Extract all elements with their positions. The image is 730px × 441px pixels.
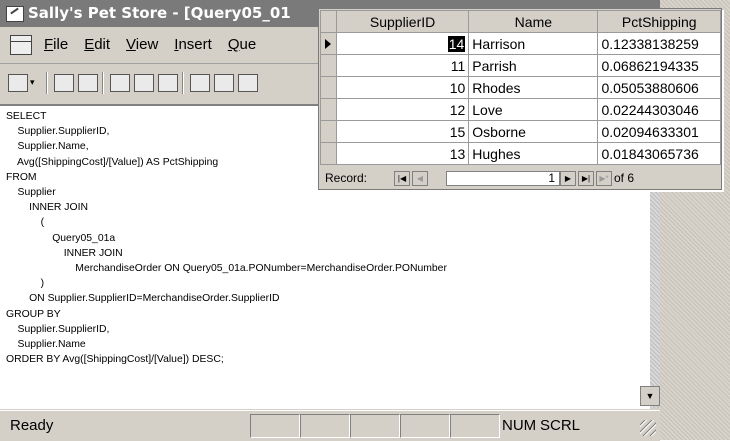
cell-pctshipping[interactable]: 0.12338138259 <box>597 32 721 55</box>
record-total: of 6 <box>614 171 635 185</box>
cell-pctshipping[interactable]: 0.01843065736 <box>597 142 721 165</box>
status-bar: Ready NUM SCRL <box>0 410 660 441</box>
select-all-corner[interactable] <box>320 10 337 33</box>
column-header-name[interactable]: Name <box>468 10 599 33</box>
header-row: SupplierID Name PctShipping <box>320 10 721 33</box>
column-header-pctshipping[interactable]: PctShipping <box>597 10 721 33</box>
toolbar-separator <box>182 72 184 94</box>
sql-line: ORDER BY Avg([ShippingCost]/[Value]) DES… <box>6 354 224 366</box>
status-num-indicator: NUM <box>502 417 537 434</box>
status-panel <box>450 414 500 438</box>
row-selector[interactable] <box>320 120 337 143</box>
next-record-icon[interactable]: ▶ <box>560 171 576 186</box>
status-panel <box>350 414 400 438</box>
app-icon <box>6 6 24 22</box>
save-icon[interactable] <box>54 74 74 92</box>
cell-pctshipping[interactable]: 0.06862194335 <box>597 54 721 77</box>
sql-line: FROM <box>6 171 37 183</box>
record-label: Record: <box>325 171 368 185</box>
table-row[interactable]: 11 Parrish 0.06862194335 <box>320 54 721 77</box>
sql-line: Avg([ShippingCost]/[Value]) AS PctShippi… <box>16 156 219 168</box>
row-selector[interactable] <box>320 32 337 55</box>
cell-supplierid[interactable]: 10 <box>335 76 470 99</box>
sql-line: Supplier.SupplierID, <box>17 126 110 138</box>
menu-view[interactable]: View <box>126 27 158 63</box>
sql-line: ) <box>40 278 45 290</box>
toolbar-separator <box>102 72 104 94</box>
scroll-down-icon[interactable]: ▼ <box>640 386 660 406</box>
sql-line: Supplier.Name <box>17 339 86 351</box>
sql-line: ( <box>40 217 45 229</box>
print-icon[interactable] <box>110 74 130 92</box>
menu-file[interactable]: File <box>44 27 68 63</box>
record-number-input[interactable]: 1 <box>446 171 560 186</box>
cell-name[interactable]: Osborne <box>468 120 599 143</box>
print-setup-icon[interactable] <box>78 74 98 92</box>
sql-line: Query05_01a <box>52 232 116 244</box>
table-row[interactable]: 10 Rhodes 0.05053880606 <box>320 76 721 99</box>
cell-name[interactable]: Hughes <box>468 142 599 165</box>
cell-supplierid[interactable]: 14 <box>335 32 470 55</box>
cell-name[interactable]: Harrison <box>468 32 599 55</box>
cell-supplierid[interactable]: 13 <box>335 142 470 165</box>
cell-pctshipping[interactable]: 0.05053880606 <box>597 76 721 99</box>
menu-query[interactable]: Que <box>228 27 256 63</box>
view-dropdown-icon[interactable]: ▾ <box>30 74 38 90</box>
sql-line: Supplier.SupplierID, <box>17 323 110 335</box>
previous-record-icon[interactable]: ◀ <box>412 171 428 186</box>
resize-grip-icon[interactable] <box>640 420 656 436</box>
status-panel <box>300 414 350 438</box>
copy-icon[interactable] <box>214 74 234 92</box>
table-row[interactable]: 15 Osborne 0.02094633301 <box>320 120 721 143</box>
query-datasheet: SupplierID Name PctShipping 14 Harrison … <box>318 8 722 190</box>
last-record-icon[interactable]: ▶| <box>578 171 594 186</box>
table-row[interactable]: 13 Hughes 0.01843065736 <box>320 142 721 165</box>
sql-line: Supplier.Name, <box>17 141 89 153</box>
paste-icon[interactable] <box>238 74 258 92</box>
cell-pctshipping[interactable]: 0.02094633301 <box>597 120 721 143</box>
column-header-supplierid[interactable]: SupplierID <box>335 10 470 33</box>
status-panel <box>400 414 450 438</box>
cell-pctshipping[interactable]: 0.02244303046 <box>597 98 721 121</box>
sql-line: Supplier <box>17 187 56 199</box>
status-scrl-indicator: SCRL <box>540 417 581 434</box>
sql-line: INNER JOIN <box>63 247 123 259</box>
record-navigator: Record: |◀ ◀ 1 ▶ ▶| ▶* of 6 <box>320 169 720 188</box>
table-row[interactable]: 14 Harrison 0.12338138259 <box>320 32 721 55</box>
print-preview-icon[interactable] <box>134 74 154 92</box>
toolbar-separator <box>46 72 48 94</box>
cut-icon[interactable] <box>190 74 210 92</box>
sql-line: MerchandiseOrder ON Query05_01a.PONumber… <box>75 263 447 275</box>
sql-line: SELECT <box>6 111 47 122</box>
new-record-icon[interactable]: ▶* <box>596 171 612 186</box>
row-selector[interactable] <box>320 54 337 77</box>
cell-name[interactable]: Parrish <box>468 54 599 77</box>
datasheet-grid: SupplierID Name PctShipping 14 Harrison … <box>320 10 721 165</box>
sql-line: GROUP BY <box>6 308 61 320</box>
table-row[interactable]: 12 Love 0.02244303046 <box>320 98 721 121</box>
row-selector[interactable] <box>320 142 337 165</box>
first-record-icon[interactable]: |◀ <box>394 171 410 186</box>
view-icon[interactable] <box>8 74 28 92</box>
row-selector[interactable] <box>320 98 337 121</box>
selected-value: 14 <box>447 35 466 52</box>
window-title: Sally's Pet Store - [Query05_01 <box>28 4 291 22</box>
cell-supplierid[interactable]: 11 <box>335 54 470 77</box>
menu-edit[interactable]: Edit <box>84 27 110 63</box>
current-record-icon <box>325 38 331 49</box>
sql-line: ON Supplier.SupplierID=MerchandiseOrder.… <box>29 293 280 305</box>
row-selector[interactable] <box>320 76 337 99</box>
sql-line: INNER JOIN <box>29 202 88 214</box>
cell-supplierid[interactable]: 12 <box>335 98 470 121</box>
cell-name[interactable]: Love <box>468 98 599 121</box>
spelling-icon[interactable] <box>158 74 178 92</box>
status-text: Ready <box>10 417 54 434</box>
menu-insert[interactable]: Insert <box>174 27 212 63</box>
document-icon[interactable] <box>10 35 32 56</box>
cell-name[interactable]: Rhodes <box>468 76 599 99</box>
cell-supplierid[interactable]: 15 <box>335 120 470 143</box>
status-panel <box>250 414 300 438</box>
